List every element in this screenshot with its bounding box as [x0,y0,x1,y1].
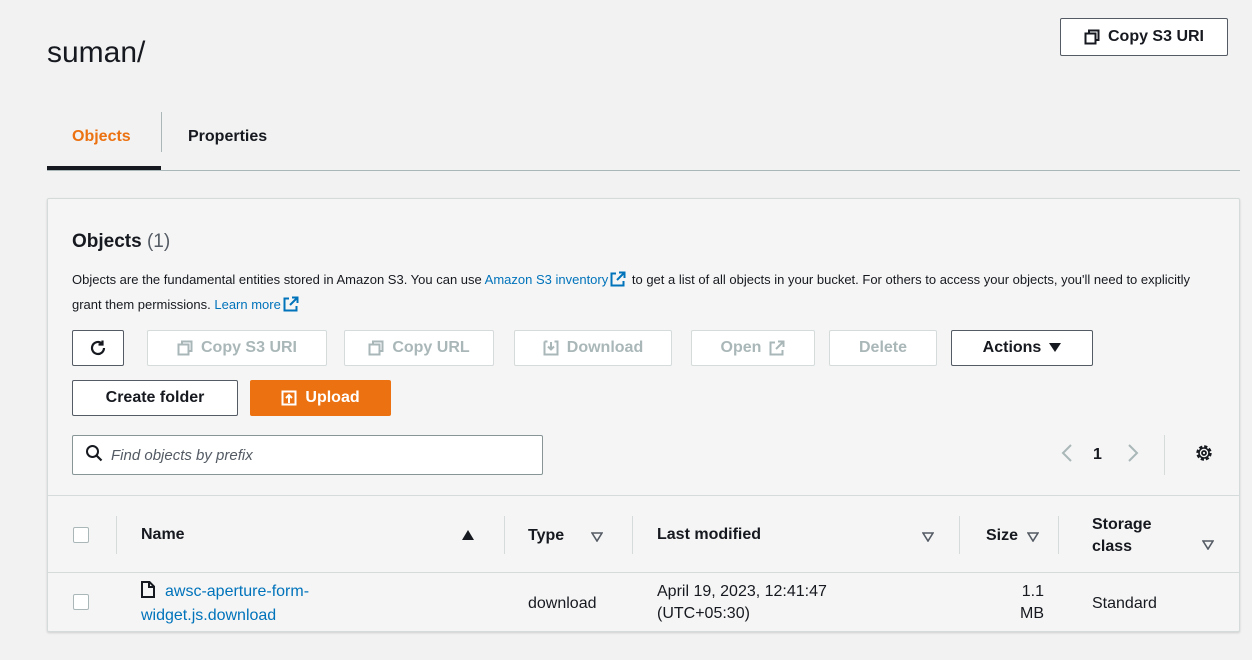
refresh-button[interactable] [72,330,124,366]
open-label: Open [720,339,762,356]
download-button[interactable]: Download [514,330,672,366]
open-button[interactable]: Open [691,330,815,366]
column-size[interactable]: Size [986,527,1018,545]
actions-dropdown[interactable]: Actions [951,330,1093,366]
objects-heading: Objects (1) [72,231,170,253]
column-divider [632,516,633,554]
active-tab-indicator [47,166,161,170]
column-type[interactable]: Type [528,527,564,545]
gear-icon[interactable] [1194,443,1214,468]
tab-bar: Objects Properties [47,108,1240,171]
objects-panel: Objects (1) Objects are the fundamental … [47,198,1240,632]
external-link-icon [610,271,626,294]
download-label: Download [566,339,644,356]
size-line1: 1.1 [1021,583,1044,600]
objects-heading-text: Objects [72,231,142,252]
column-storage-class[interactable]: Storage class [1092,514,1152,558]
chevron-left-icon[interactable] [1060,443,1074,468]
upload-button[interactable]: Upload [250,380,391,416]
tab-properties[interactable]: Properties [188,128,267,146]
sort-icon[interactable] [1026,529,1040,547]
object-name-cell: awsc-aperture-form- widget.js.download [141,581,309,627]
create-folder-button[interactable]: Create folder [72,380,238,416]
copy-url-label: Copy URL [392,339,470,356]
column-storage-class-line1: Storage [1092,516,1152,533]
copy-s3-uri-header-button[interactable]: Copy S3 URI [1060,18,1228,56]
chevron-right-icon[interactable] [1126,443,1140,468]
size-line2: MB [1020,605,1044,622]
external-link-icon [283,296,299,319]
desc-text-1: Objects are the fundamental entities sto… [72,272,482,287]
column-storage-class-line2: class [1092,538,1133,555]
object-name-link-line2[interactable]: widget.js.download [141,605,309,627]
search-input[interactable] [111,446,531,464]
column-last-modified[interactable]: Last modified [657,526,761,544]
search-field[interactable] [72,435,543,475]
upload-icon [281,390,297,406]
last-modified-line1: April 19, 2023, 12:41:47 [657,583,827,600]
object-type-cell: download [528,595,597,612]
table-row: awsc-aperture-form- widget.js.download d… [48,573,1239,631]
external-link-icon [769,340,785,356]
file-icon [141,581,155,605]
copy-s3-uri-label: Copy S3 URI [200,339,297,356]
object-name-link-line1[interactable]: awsc-aperture-form- [165,583,309,600]
column-divider [1058,516,1059,554]
copy-url-button[interactable]: Copy URL [344,330,494,366]
copy-s3-uri-label: Copy S3 URI [1107,28,1204,45]
download-icon [543,340,559,356]
objects-count: (1) [146,231,171,252]
sort-icon[interactable] [590,529,604,547]
pagination: 1 [1060,435,1230,475]
page-title: suman/ [47,36,146,69]
copy-icon [368,340,384,356]
sort-ascending-icon[interactable] [462,527,474,545]
copy-icon [1084,29,1100,45]
object-storage-class-cell: Standard [1092,595,1157,612]
copy-s3-uri-button[interactable]: Copy S3 URI [147,330,327,366]
upload-label: Upload [305,389,360,406]
tab-objects[interactable]: Objects [72,128,131,146]
select-all-checkbox[interactable] [73,527,89,543]
column-divider [116,516,117,554]
learn-more-link[interactable]: Learn more [214,297,280,312]
refresh-icon [89,339,107,357]
last-modified-line2: (UTC+05:30) [657,605,750,622]
copy-icon [177,340,193,356]
column-name[interactable]: Name [141,526,185,544]
caret-down-icon [1049,343,1062,353]
sort-icon[interactable] [921,529,935,547]
row-checkbox[interactable] [73,594,89,610]
create-folder-label: Create folder [105,389,205,406]
table-header: Name Type Last modified Size Storage cla… [48,495,1239,573]
delete-label: Delete [858,339,908,356]
page-number[interactable]: 1 [1093,446,1102,464]
sort-icon[interactable] [1201,537,1215,555]
actions-label: Actions [982,339,1042,356]
tab-divider [161,112,162,152]
column-divider [959,516,960,554]
search-icon [85,444,103,467]
object-size-cell: 1.1 MB [988,581,1044,625]
s3-inventory-link[interactable]: Amazon S3 inventory [485,272,609,287]
delete-button[interactable]: Delete [829,330,937,366]
column-divider [504,516,505,554]
pager-divider [1164,435,1165,475]
object-last-modified-cell: April 19, 2023, 12:41:47 (UTC+05:30) [657,581,827,625]
objects-description: Objects are the fundamental entities sto… [72,269,1212,319]
